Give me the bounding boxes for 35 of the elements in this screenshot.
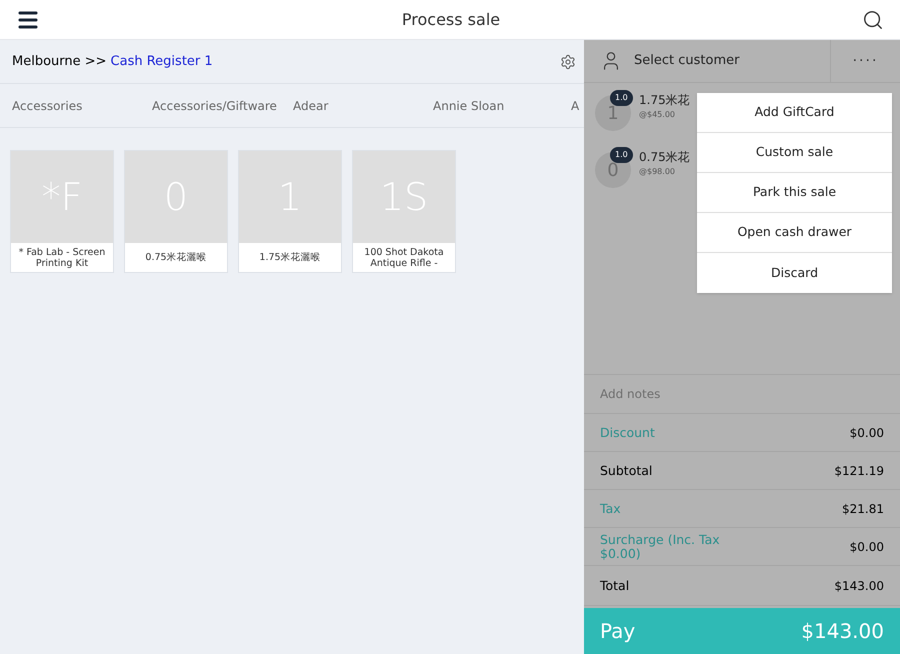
menu-item[interactable]: Add GiftCard — [697, 93, 892, 133]
summary-label: Subtotal — [600, 464, 654, 478]
category-tab[interactable]: A — [571, 96, 580, 114]
summary-label: Total — [600, 578, 630, 592]
page-title: Process sale — [402, 8, 500, 30]
summary-value: $121.19 — [834, 462, 884, 480]
item-name: 0.75米花 — [639, 149, 690, 166]
select-customer[interactable]: Select customer — [634, 51, 740, 71]
category-tab[interactable]: Adear — [293, 96, 433, 114]
notes-field[interactable]: Add notes — [584, 375, 900, 414]
quantity-badge: 1.0 — [610, 147, 633, 163]
menu-item[interactable]: Open cash drawer — [697, 213, 892, 253]
menu-item[interactable]: Custom sale — [697, 133, 892, 173]
category-tab[interactable]: Accessories/Giftware — [152, 96, 293, 114]
category-tab[interactable]: Annie Sloan — [433, 96, 571, 114]
search-icon[interactable] — [862, 8, 884, 30]
item-price: @$45.00 — [639, 109, 676, 121]
category-tab[interactable]: Accessories — [12, 96, 152, 114]
menu-item[interactable]: Discard — [697, 253, 892, 293]
quantity-badge: 1.0 — [610, 90, 633, 106]
product-name: 100 Shot Dakota Antique Rifle - — [363, 246, 445, 268]
product-name: 1.75米花灑喉 — [259, 252, 321, 263]
store-location: Melbourne >> — [12, 52, 107, 71]
menu-item[interactable]: Park this sale — [697, 173, 892, 213]
item-price: @$98.00 — [639, 166, 676, 178]
item-name: 1.75米花 — [639, 92, 690, 109]
summary-value: $0.00 — [850, 538, 884, 556]
more-button[interactable]: ···· — [830, 40, 900, 82]
summary-value: $143.00 — [834, 578, 884, 594]
product-name: * Fab Lab - Screen Printing Kit — [18, 246, 106, 268]
product-name: 0.75米花灑喉 — [145, 252, 207, 263]
summary-value: $21.81 — [842, 500, 884, 518]
register-link[interactable]: Cash Register 1 — [110, 52, 213, 72]
settings-icon[interactable] — [560, 54, 576, 70]
summary-value: $0.00 — [850, 424, 884, 442]
